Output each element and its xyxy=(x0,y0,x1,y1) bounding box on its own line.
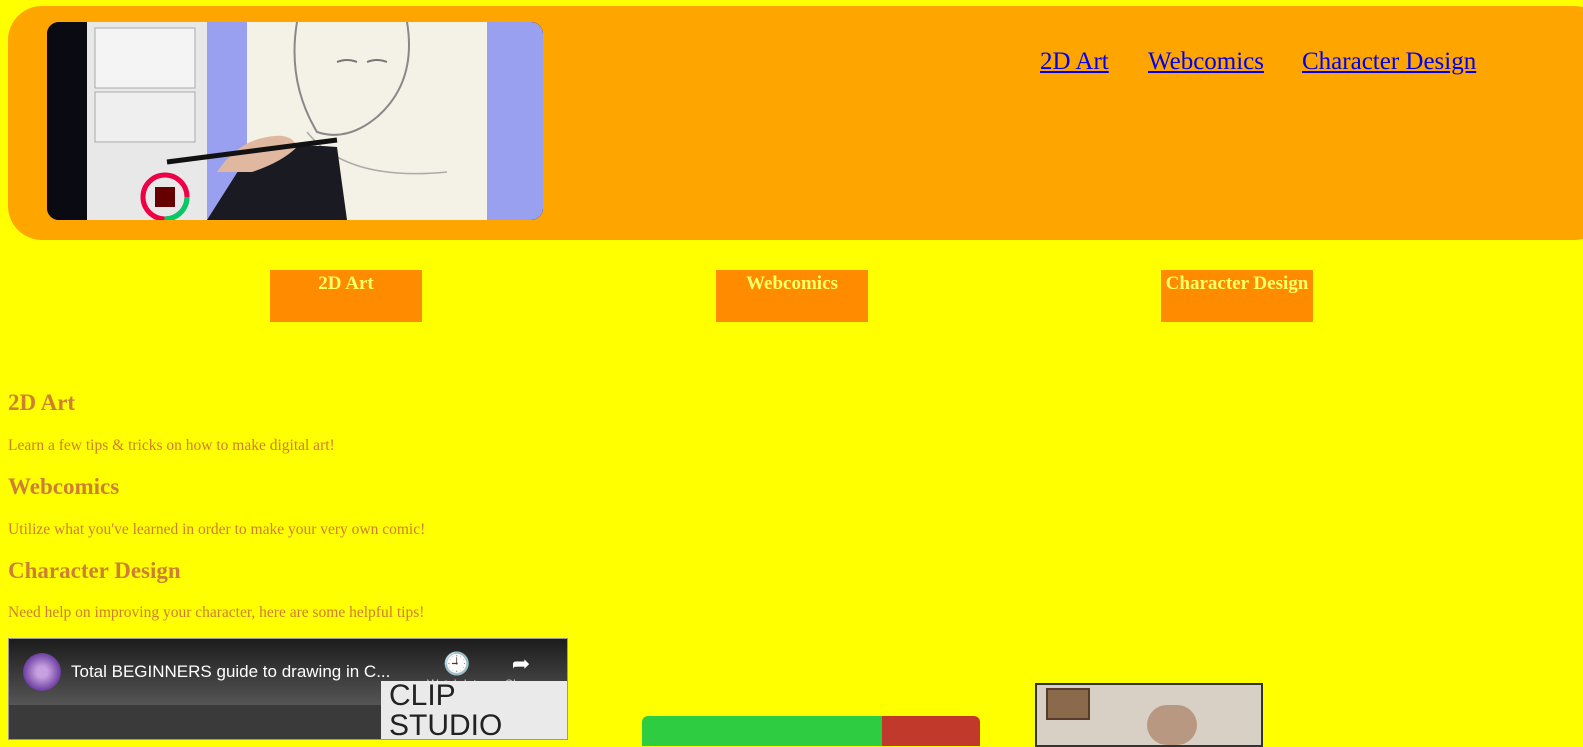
section-text-2d-art: Learn a few tips & tricks on how to make… xyxy=(8,437,335,454)
button-2d-art[interactable]: 2D Art xyxy=(270,270,422,322)
button-webcomics[interactable]: Webcomics xyxy=(716,270,868,322)
clock-icon: 🕘 xyxy=(443,651,471,676)
youtube-video-embed[interactable]: Total BEGINNERS guide to drawing in C...… xyxy=(8,638,568,740)
video-embed-3[interactable] xyxy=(1035,683,1263,747)
nav-link-webcomics[interactable]: Webcomics xyxy=(1148,48,1264,76)
video-title[interactable]: Total BEGINNERS guide to drawing in C... xyxy=(71,662,390,682)
channel-avatar[interactable] xyxy=(23,653,61,691)
share-icon: ➦ xyxy=(511,651,531,676)
section-title-webcomics: Webcomics xyxy=(8,474,120,499)
section-text-character-design: Need help on improving your character, h… xyxy=(8,604,425,621)
nav-link-character-design[interactable]: Character Design xyxy=(1302,48,1476,76)
nav-link-2d-art[interactable]: 2D Art xyxy=(1040,48,1109,76)
section-title-character-design: Character Design xyxy=(8,558,181,583)
hero-image xyxy=(47,22,543,220)
section-text-webcomics: Utilize what you've learned in order to … xyxy=(8,521,426,538)
button-character-design[interactable]: Character Design xyxy=(1161,270,1313,322)
video-brand-text: CLIP STUDIO xyxy=(381,681,567,739)
video-embed-2[interactable] xyxy=(642,716,980,746)
section-title-2d-art: 2D Art xyxy=(8,390,76,415)
